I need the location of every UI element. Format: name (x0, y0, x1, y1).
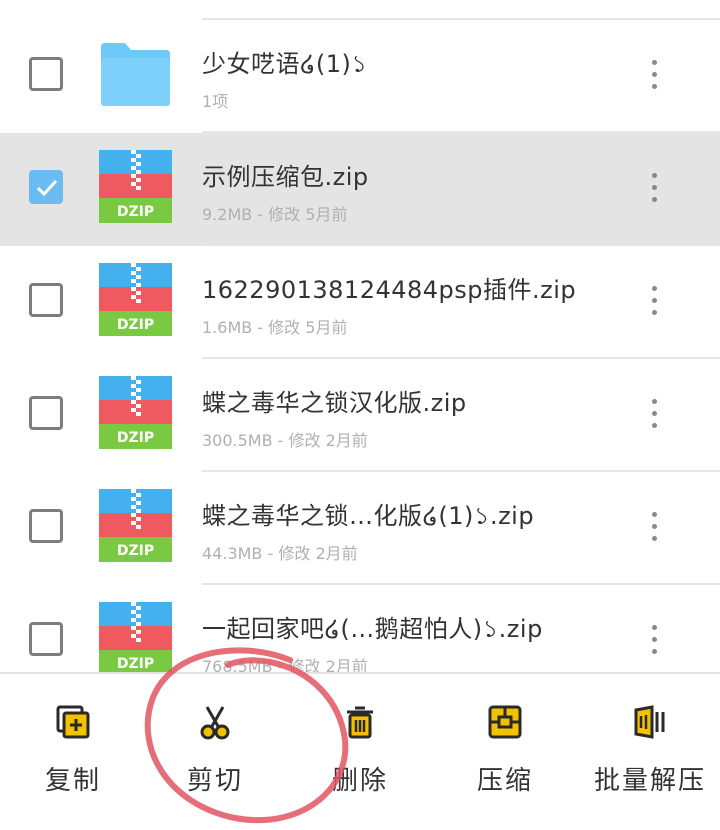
file-row[interactable]: 少女呓语໒(1)১ 1项 (0, 20, 720, 133)
file-name: 蝶之毒华之锁…化版໒(1)১.zip (202, 502, 535, 530)
svg-text:DZIP: DZIP (117, 430, 154, 446)
file-name: 蝶之毒华之锁汉化版.zip (202, 389, 467, 417)
more-options-icon[interactable] (652, 60, 658, 90)
folder-icon (101, 43, 170, 106)
file-name: 少女呓语໒(1)১ (202, 50, 368, 78)
row-checkbox-checked[interactable] (29, 170, 63, 204)
bottom-action-toolbar: 复制 剪切 删除 压缩 批量解压 (0, 672, 720, 830)
svg-text:DZIP: DZIP (117, 204, 154, 220)
svg-text:DZIP: DZIP (117, 656, 154, 672)
delete-button[interactable]: 删除 (295, 674, 425, 824)
file-meta: 768.5MB - 修改 2月前 (202, 657, 368, 672)
file-list: 少女呓语໒(1)১ 1项 DZIP 示例压缩包.zip 9.2MB - 修改 5… (0, 0, 720, 672)
row-checkbox[interactable] (29, 622, 63, 656)
file-name: 一起回家吧໒(…鹅超怕人)১.zip (202, 615, 543, 643)
compress-label: 压缩 (476, 766, 533, 796)
copy-button[interactable]: 复制 (8, 674, 138, 824)
zip-archive-icon: DZIP (99, 263, 172, 336)
file-row[interactable]: DZIP 1622901381244​84psp插件.zip 1.6MB - 修… (0, 246, 720, 359)
zip-archive-icon: DZIP (99, 602, 172, 672)
file-row[interactable]: DZIP 蝶之毒华之锁汉化版.zip 300.5MB - 修改 2月前 (0, 359, 720, 472)
batch-extract-button[interactable]: 批量解压 (585, 674, 715, 824)
file-name: 1622901381244​84psp插件.zip (202, 276, 577, 304)
delete-label: 删除 (331, 766, 388, 796)
more-options-icon[interactable] (652, 173, 658, 203)
batch-extract-icon (634, 705, 665, 739)
batch-extract-label: 批量解压 (593, 766, 706, 796)
scissors-icon (200, 706, 230, 740)
cut-button[interactable]: 剪切 (150, 674, 280, 824)
row-checkbox[interactable] (29, 509, 63, 543)
more-options-icon[interactable] (652, 286, 658, 316)
zip-archive-icon: DZIP (99, 376, 172, 449)
row-checkbox[interactable] (29, 283, 63, 317)
check-icon (36, 179, 58, 197)
more-options-icon[interactable] (652, 512, 658, 542)
more-options-icon[interactable] (652, 399, 658, 429)
more-options-icon[interactable] (652, 625, 658, 655)
svg-text:DZIP: DZIP (117, 543, 154, 559)
row-checkbox[interactable] (29, 396, 63, 430)
file-meta: 9.2MB - 修改 5月前 (202, 205, 348, 224)
copy-icon (56, 705, 90, 739)
file-row[interactable]: DZIP 蝶之毒华之锁…化版໒(1)১.zip 44.3MB - 修改 2月前 (0, 472, 720, 585)
zip-archive-icon: DZIP (99, 489, 172, 562)
file-row[interactable]: DZIP 一起回家吧໒(…鹅超怕人)১.zip 768.5MB - 修改 2月前 (0, 585, 720, 672)
compress-icon (488, 705, 522, 739)
compress-button[interactable]: 压缩 (440, 674, 570, 824)
file-name: 示例压缩包.zip (202, 163, 369, 191)
copy-label: 复制 (44, 766, 101, 796)
file-meta: 300.5MB - 修改 2月前 (202, 431, 368, 450)
file-meta: 44.3MB - 修改 2月前 (202, 544, 358, 563)
row-checkbox[interactable] (29, 57, 63, 91)
zip-archive-icon: DZIP (99, 150, 172, 223)
file-meta: 1项 (202, 92, 229, 111)
file-row[interactable]: DZIP 示例压缩包.zip 9.2MB - 修改 5月前 (0, 133, 720, 246)
trash-icon (347, 706, 373, 739)
cut-label: 剪切 (186, 766, 243, 796)
svg-text:DZIP: DZIP (117, 317, 154, 333)
file-meta: 1.6MB - 修改 5月前 (202, 318, 348, 337)
